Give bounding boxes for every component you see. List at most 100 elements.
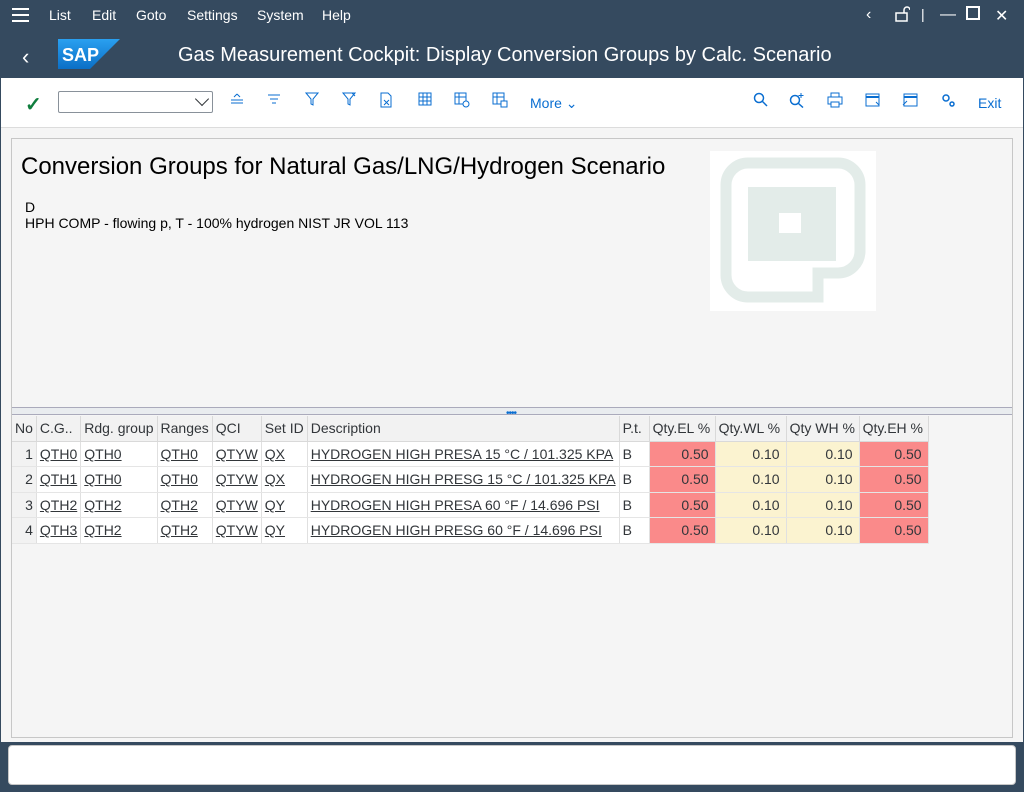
cell-ranges-link[interactable]: QTH0 xyxy=(157,441,213,467)
maximize-icon[interactable] xyxy=(966,6,980,25)
cell-qty-wh: 0.10 xyxy=(786,492,860,518)
cell-cg-link[interactable]: QTH2 xyxy=(36,492,82,518)
cell-qty-el: 0.50 xyxy=(649,466,716,493)
col-header-qty-el[interactable]: Qty.EL % xyxy=(649,416,716,442)
shortcut-icon[interactable] xyxy=(900,92,920,112)
cell-qty-el: 0.50 xyxy=(649,492,716,518)
print-icon[interactable] xyxy=(825,92,845,112)
unlock-icon[interactable] xyxy=(894,6,911,27)
cell-ranges-link[interactable]: QTH2 xyxy=(157,517,213,544)
conversion-groups-table: No C.G.. Rdg. group Ranges QCI Set ID De… xyxy=(12,416,929,544)
cell-no: 4 xyxy=(12,517,37,544)
grid-icon[interactable] xyxy=(415,92,435,112)
hamburger-menu-icon[interactable] xyxy=(12,8,29,22)
cell-qty-wl: 0.10 xyxy=(715,492,787,518)
cell-qty-eh: 0.50 xyxy=(859,492,929,518)
splitter-handle[interactable]: •••• xyxy=(12,407,1012,419)
menu-goto[interactable]: Goto xyxy=(136,7,166,23)
cell-cg-link[interactable]: QTH1 xyxy=(36,466,82,493)
minimize-icon[interactable]: — xyxy=(940,6,956,24)
table-row[interactable]: 4 QTH3 QTH2 QTH2 QTYW QY HYDROGEN HIGH P… xyxy=(12,517,929,544)
cell-description-link[interactable]: HYDROGEN HIGH PRESG 15 °C / 101.325 KPA xyxy=(307,466,620,493)
svg-text:SAP: SAP xyxy=(62,45,99,65)
more-button[interactable]: More ⌄ xyxy=(530,95,578,112)
col-header-pt[interactable]: P.t. xyxy=(619,416,650,442)
col-header-rdg-group[interactable]: Rdg. group xyxy=(80,416,158,442)
cell-qty-el: 0.50 xyxy=(649,441,716,467)
menu-help[interactable]: Help xyxy=(322,7,351,23)
cell-qci-link[interactable]: QTYW xyxy=(212,441,262,467)
cell-set-id-link[interactable]: QY xyxy=(261,517,308,544)
filter-settings-icon[interactable] xyxy=(339,92,359,112)
cell-cg-link[interactable]: QTH3 xyxy=(36,517,82,544)
col-header-set-id[interactable]: Set ID xyxy=(261,416,308,442)
toolbar: ✓ More ⌄ Exit xyxy=(1,78,1023,128)
menu-list[interactable]: List xyxy=(49,7,71,23)
cell-pt: B xyxy=(619,466,650,493)
col-header-description[interactable]: Description xyxy=(307,416,620,442)
cell-qci-link[interactable]: QTYW xyxy=(212,492,262,518)
cell-set-id-link[interactable]: QX xyxy=(261,441,308,467)
cell-rdg-group-link[interactable]: QTH2 xyxy=(80,492,158,518)
cell-qty-wl: 0.10 xyxy=(715,517,787,544)
table-row[interactable]: 1 QTH0 QTH0 QTH0 QTYW QX HYDROGEN HIGH P… xyxy=(12,441,929,467)
col-header-cg[interactable]: C.G.. xyxy=(36,416,82,442)
chevron-down-icon[interactable] xyxy=(194,91,210,107)
excel-export-icon[interactable] xyxy=(376,92,396,112)
sort-ascending-icon[interactable] xyxy=(227,92,247,112)
content-area: Conversion Groups for Natural Gas/LNG/Hy… xyxy=(1,128,1023,742)
cell-pt: B xyxy=(619,492,650,518)
table-row[interactable]: 3 QTH2 QTH2 QTH2 QTYW QY HYDROGEN HIGH P… xyxy=(12,492,929,518)
cell-set-id-link[interactable]: QY xyxy=(261,492,308,518)
report-frame: Conversion Groups for Natural Gas/LNG/Hy… xyxy=(11,138,1013,738)
col-header-qty-eh[interactable]: Qty.EH % xyxy=(859,416,929,442)
back-icon[interactable]: ‹ xyxy=(22,44,29,70)
new-window-icon[interactable] xyxy=(863,92,883,112)
cell-description-link[interactable]: HYDROGEN HIGH PRESA 15 °C / 101.325 KPA xyxy=(307,441,620,467)
cell-qty-eh: 0.50 xyxy=(859,441,929,467)
cell-rdg-group-link[interactable]: QTH0 xyxy=(80,441,158,467)
menu-bar: List Edit Goto Settings System Help ‹ | … xyxy=(0,0,1024,32)
layout-settings-icon[interactable] xyxy=(452,92,472,112)
cell-no: 1 xyxy=(12,441,37,467)
cell-ranges-link[interactable]: QTH2 xyxy=(157,492,213,518)
cell-rdg-group-link[interactable]: QTH0 xyxy=(80,466,158,493)
report-title: Conversion Groups for Natural Gas/LNG/Hy… xyxy=(21,153,666,180)
table-row[interactable]: 2 QTH1 QTH0 QTH0 QTYW QX HYDROGEN HIGH P… xyxy=(12,466,929,493)
cell-qty-el: 0.50 xyxy=(649,517,716,544)
col-header-ranges[interactable]: Ranges xyxy=(157,416,213,442)
sort-descending-icon[interactable] xyxy=(264,92,284,112)
cell-qci-link[interactable]: QTYW xyxy=(212,517,262,544)
layout-select-icon[interactable] xyxy=(490,92,510,112)
menu-system[interactable]: System xyxy=(257,7,304,23)
col-header-qty-wh[interactable]: Qty WH % xyxy=(786,416,860,442)
cell-description-link[interactable]: HYDROGEN HIGH PRESA 60 °F / 14.696 PSI xyxy=(307,492,620,518)
cell-no: 2 xyxy=(12,466,37,493)
cell-qty-eh: 0.50 xyxy=(859,517,929,544)
enter-check-icon[interactable]: ✓ xyxy=(25,92,42,117)
status-bar xyxy=(8,745,1016,785)
col-header-no[interactable]: No xyxy=(12,416,37,442)
search-icon[interactable] xyxy=(750,92,770,112)
cell-cg-link[interactable]: QTH0 xyxy=(36,441,82,467)
cell-rdg-group-link[interactable]: QTH2 xyxy=(80,517,158,544)
cell-description-link[interactable]: HYDROGEN HIGH PRESG 60 °F / 14.696 PSI xyxy=(307,517,620,544)
close-icon[interactable]: ✕ xyxy=(995,6,1008,26)
menu-edit[interactable]: Edit xyxy=(92,7,116,23)
cell-ranges-link[interactable]: QTH0 xyxy=(157,466,213,493)
col-header-qci[interactable]: QCI xyxy=(212,416,262,442)
cell-qty-wh: 0.10 xyxy=(786,441,860,467)
chevron-left-icon[interactable]: ‹ xyxy=(866,6,871,24)
search-next-icon[interactable] xyxy=(787,92,807,112)
cell-set-id-link[interactable]: QX xyxy=(261,466,308,493)
cell-qty-wl: 0.10 xyxy=(715,466,787,493)
col-header-qty-wl[interactable]: Qty.WL % xyxy=(715,416,787,442)
cell-qci-link[interactable]: QTYW xyxy=(212,466,262,493)
command-field[interactable] xyxy=(58,91,213,113)
menu-settings[interactable]: Settings xyxy=(187,7,238,23)
report-subtitle-code: D xyxy=(25,199,36,215)
filter-icon[interactable] xyxy=(302,92,322,112)
exit-button[interactable]: Exit xyxy=(978,95,1001,111)
cell-no: 3 xyxy=(12,492,37,518)
settings-gear-icon[interactable] xyxy=(938,92,958,112)
